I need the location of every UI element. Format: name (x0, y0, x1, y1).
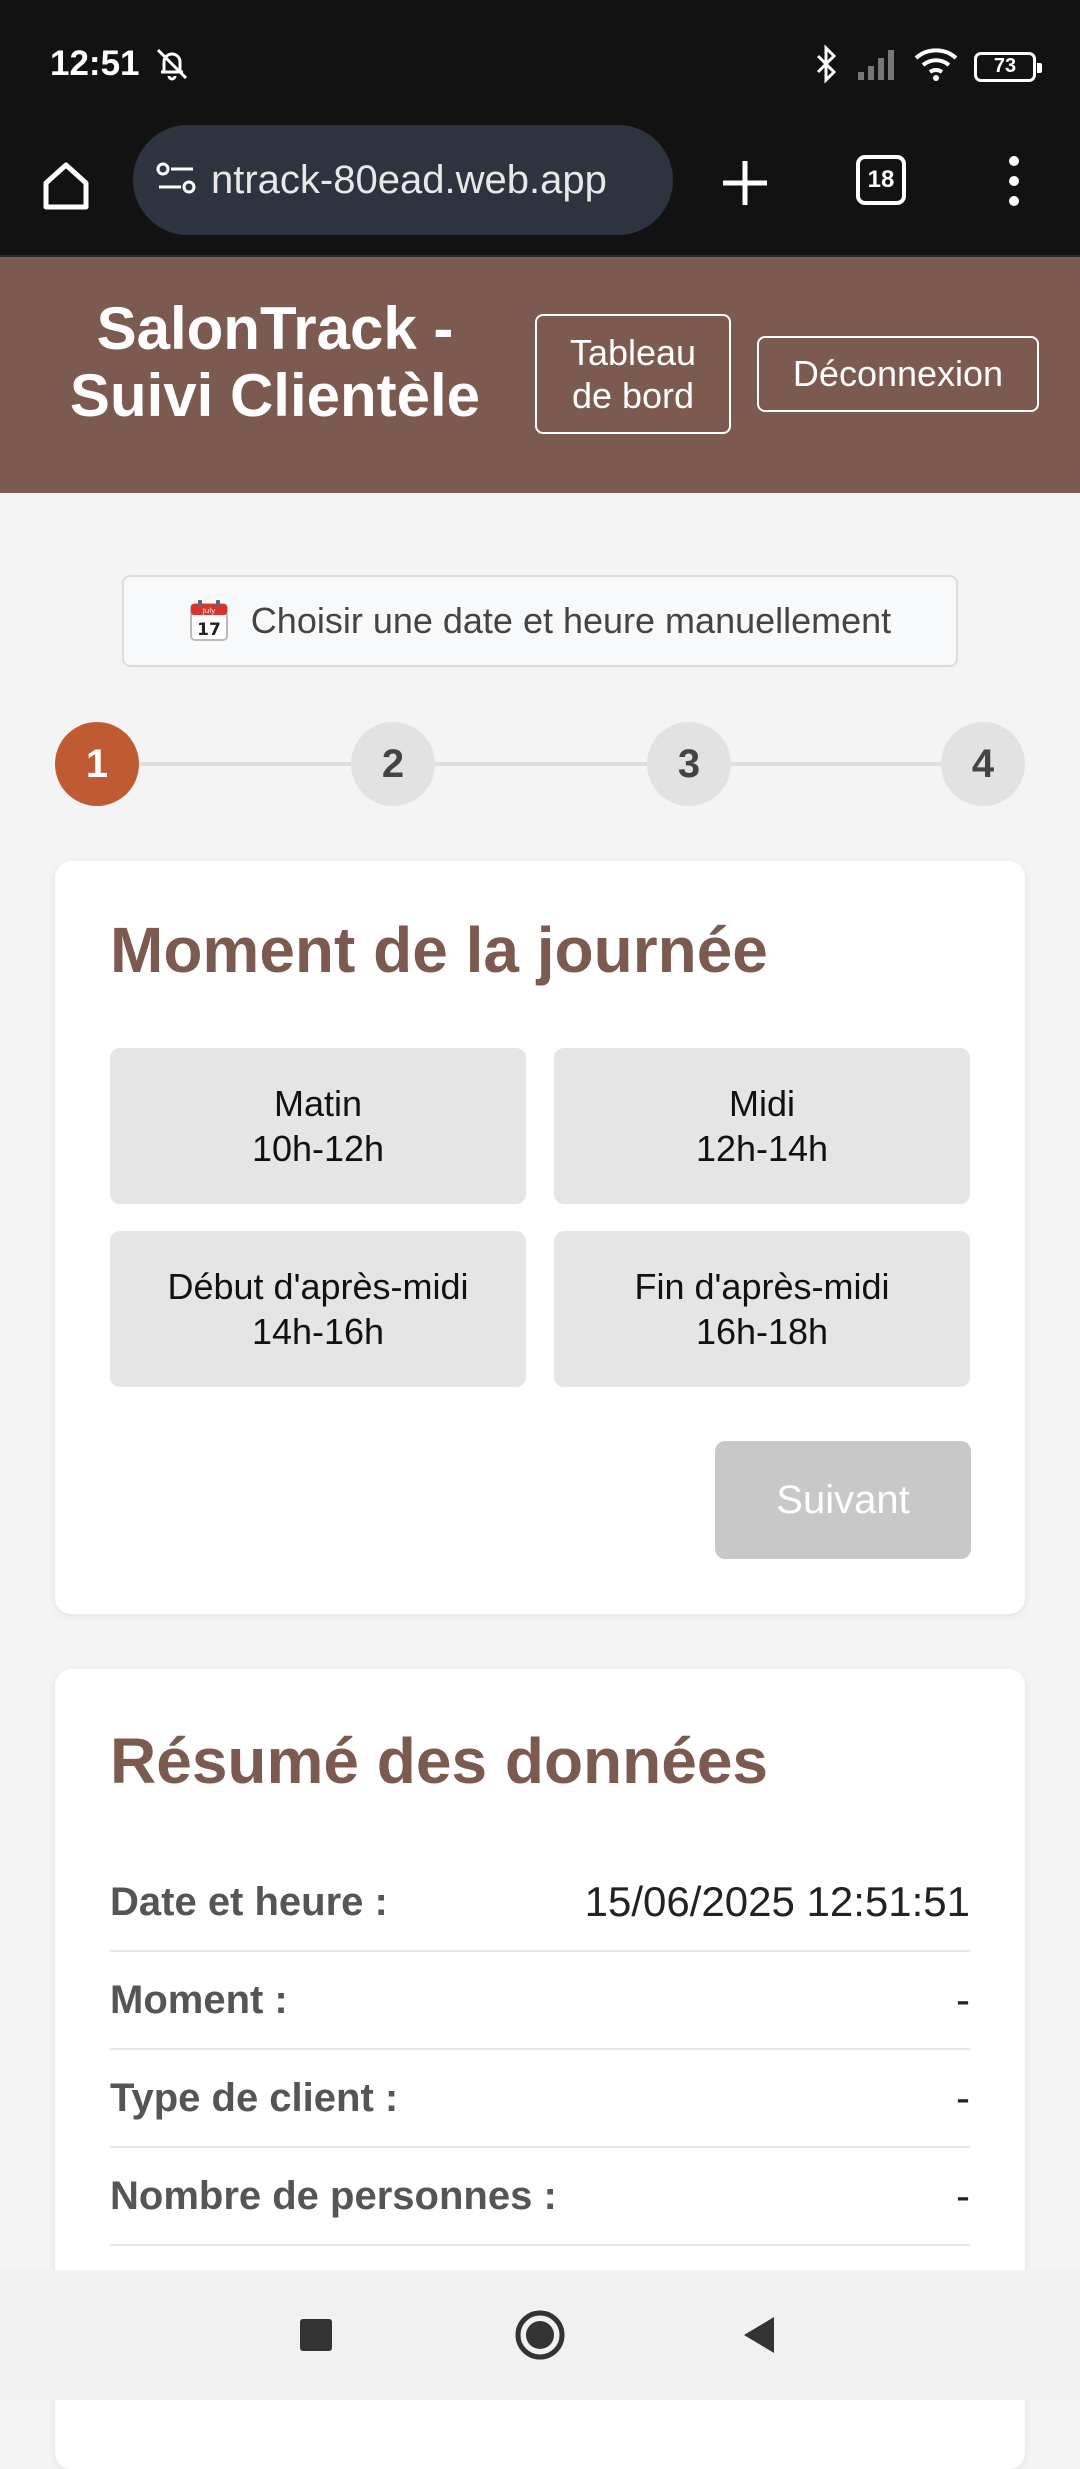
back-icon[interactable] (730, 2305, 790, 2365)
summary-row-moment: Moment : - (110, 1952, 970, 2050)
slot-name: Matin (273, 1083, 363, 1124)
slot-name: Début d'après-midi (167, 1266, 469, 1307)
step-4: 4 (941, 722, 1025, 806)
dashboard-button[interactable]: Tableau de bord (535, 314, 731, 434)
summary-row-client-type: Type de client : - (110, 2050, 970, 2148)
url-text: ntrack-80ead.web.app (211, 157, 607, 202)
manual-date-label: Choisir une date et heure manuellement (250, 600, 892, 641)
summary-value: - (956, 2074, 970, 2121)
app-title: SalonTrack - Suivi Clientèle (50, 295, 500, 429)
calendar-icon-day: 17 (197, 620, 221, 640)
summary-label: Moment : (110, 1977, 288, 2022)
battery-icon: 73 (974, 51, 1042, 82)
slot-hours: 10h-12h (251, 1128, 385, 1169)
slot-matin[interactable]: Matin 10h-12h (110, 1048, 526, 1204)
summary-row-people-count: Nombre de personnes : - (110, 2148, 970, 2246)
battery-level: 73 (993, 55, 1017, 77)
dashboard-label-line1: Tableau (569, 331, 697, 373)
moment-card-title: Moment de la journée (110, 914, 768, 986)
stepper-line (95, 762, 985, 766)
step-3: 3 (647, 722, 731, 806)
signal-icon (856, 46, 898, 87)
wifi-icon (914, 46, 958, 87)
system-nav-bar (0, 2270, 1080, 2400)
tab-count: 18 (867, 166, 895, 193)
summary-value: - (956, 2172, 970, 2219)
slot-fin-apres-midi[interactable]: Fin d'après-midi 16h-18h (554, 1231, 970, 1387)
summary-row-date: Date et heure : 15/06/2025 12:51:51 (110, 1854, 970, 1952)
slot-debut-apres-midi[interactable]: Début d'après-midi 14h-16h (110, 1231, 526, 1387)
slot-name: Midi (728, 1083, 795, 1124)
summary-value: - (956, 1976, 970, 2023)
url-bar[interactable]: ntrack-80ead.web.app (133, 125, 673, 235)
summary-value: 15/06/2025 12:51:51 (584, 1878, 970, 1925)
summary-label: Date et heure : (110, 1879, 388, 1924)
stepper: 1 2 3 4 (55, 722, 1025, 806)
slot-hours: 16h-18h (695, 1311, 829, 1352)
moment-card: Moment de la journée Matin 10h-12h Midi … (55, 861, 1025, 1614)
step-2: 2 (351, 722, 435, 806)
app-title-line2: Suivi Clientèle (69, 362, 481, 430)
next-button[interactable]: Suivant (715, 1441, 971, 1559)
app-title-line1: SalonTrack - (96, 295, 454, 362)
plus-icon[interactable] (715, 153, 775, 213)
summary-label: Nombre de personnes : (110, 2173, 557, 2218)
slot-hours: 12h-14h (695, 1128, 829, 1169)
slot-name: Fin d'après-midi (634, 1266, 890, 1307)
home-icon[interactable] (510, 2305, 570, 2365)
more-vert-icon[interactable] (996, 151, 1032, 211)
home-icon[interactable] (36, 155, 96, 215)
slot-midi[interactable]: Midi 12h-14h (554, 1048, 970, 1204)
recents-icon[interactable] (286, 2305, 346, 2365)
app-header: SalonTrack - Suivi Clientèle Tableau de … (0, 257, 1080, 493)
calendar-icon-month: July (202, 607, 216, 615)
summary-card-title: Résumé des données (110, 1725, 768, 1797)
browser-toolbar: ntrack-80ead.web.app 18 (0, 125, 1080, 257)
tabs-icon[interactable]: 18 (856, 155, 906, 205)
dashboard-label-line2: de bord (571, 375, 695, 416)
status-bar: 12:51 73 (0, 0, 1080, 125)
status-time: 12:51 (50, 44, 140, 83)
site-settings-icon[interactable] (153, 155, 199, 206)
summary-label: Type de client : (110, 2075, 399, 2120)
logout-button[interactable]: Déconnexion (757, 336, 1039, 412)
bell-off-icon (152, 44, 192, 89)
step-1: 1 (55, 722, 139, 806)
manual-date-button[interactable]: July 17 Choisir une date et heure manuel… (122, 575, 958, 667)
bluetooth-icon (814, 44, 840, 89)
slot-hours: 14h-16h (251, 1311, 385, 1352)
calendar-icon: July 17 (189, 600, 229, 642)
